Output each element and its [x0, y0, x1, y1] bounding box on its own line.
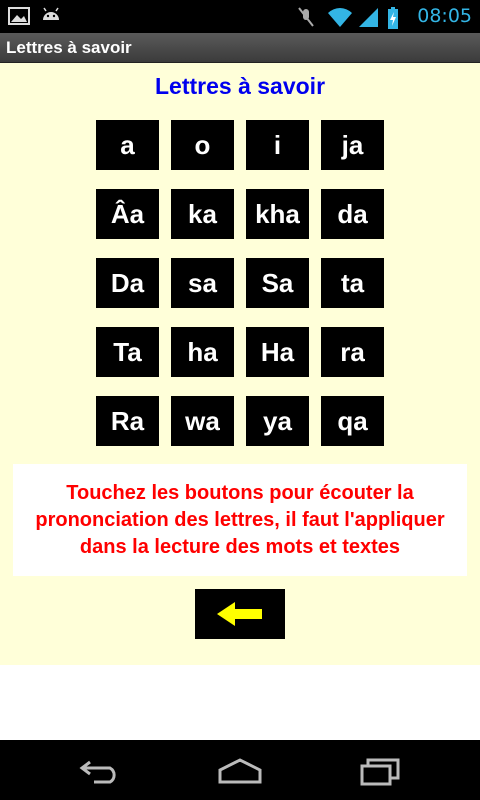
back-icon[interactable]	[76, 754, 124, 786]
page-title: Lettres à savoir	[154, 73, 326, 99]
image-icon	[8, 6, 30, 26]
main-content: Lettres à savoir a o i ja Âa ka kha da D…	[0, 63, 480, 665]
letter-button[interactable]: qa	[321, 396, 384, 446]
clock: 08:05	[417, 5, 472, 27]
back-arrow-button[interactable]	[195, 589, 285, 639]
letter-button[interactable]: Ta	[96, 327, 159, 377]
letter-button[interactable]: Sa	[246, 258, 309, 308]
wifi-icon	[327, 6, 353, 27]
signal-icon	[357, 6, 379, 27]
android-icon	[40, 6, 62, 26]
letter-button[interactable]: ta	[321, 258, 384, 308]
app-title: Lettres à savoir	[6, 38, 132, 57]
letter-button[interactable]: Ra	[96, 396, 159, 446]
letter-button[interactable]: ja	[321, 120, 384, 170]
letter-button[interactable]: ka	[171, 189, 234, 239]
mute-icon	[297, 6, 319, 27]
status-bar: 08:05	[0, 0, 480, 33]
letter-button[interactable]: ha	[171, 327, 234, 377]
letter-button[interactable]: ra	[321, 327, 384, 377]
recent-apps-icon[interactable]	[356, 754, 404, 786]
letter-button[interactable]: sa	[171, 258, 234, 308]
letter-button[interactable]: i	[246, 120, 309, 170]
letter-button[interactable]: wa	[171, 396, 234, 446]
home-icon[interactable]	[216, 754, 264, 786]
letter-button[interactable]: Ha	[246, 327, 309, 377]
arrow-left-icon	[217, 602, 262, 626]
letter-button[interactable]: a	[96, 120, 159, 170]
instruction-box: Touchez les boutons pour écouter la pron…	[13, 464, 467, 576]
letter-button[interactable]: Âa	[96, 189, 159, 239]
letter-button[interactable]: o	[171, 120, 234, 170]
instruction-text: Touchez les boutons pour écouter la pron…	[35, 481, 445, 558]
letter-button[interactable]: da	[321, 189, 384, 239]
app-title-bar: Lettres à savoir	[0, 33, 480, 63]
navigation-bar	[0, 740, 480, 800]
letter-button[interactable]: Da	[96, 258, 159, 308]
letter-button[interactable]: ya	[246, 396, 309, 446]
letter-button[interactable]: kha	[246, 189, 309, 239]
footer-blank-area	[0, 665, 480, 740]
battery-charging-icon	[387, 6, 409, 29]
